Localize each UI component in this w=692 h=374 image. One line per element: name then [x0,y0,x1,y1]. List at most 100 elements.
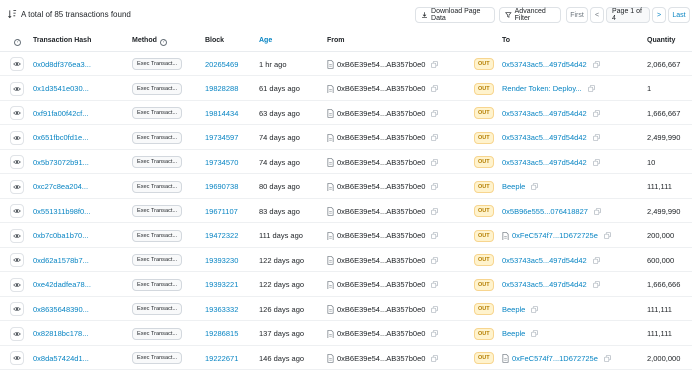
copy-icon[interactable] [431,134,439,141]
copy-icon[interactable] [592,281,600,288]
copy-icon[interactable] [603,232,611,239]
block-link[interactable]: 19363332 [205,297,238,321]
block-link[interactable]: 20265469 [205,52,238,76]
transaction-hash-link[interactable]: 0xe42dadfea78... [33,273,91,297]
transaction-hash-link[interactable]: 0x8da57424d1... [33,346,89,370]
column-header-age[interactable]: Age [259,37,272,44]
to-address[interactable]: Beeple [502,182,525,191]
copy-icon[interactable] [592,134,600,141]
from-address[interactable]: 0xB6E39e54...AB357b0e0 [337,305,425,314]
to-address[interactable]: 0xFeC574f7...1D672725e [512,231,598,240]
transaction-hash-link[interactable]: 0x5b73072b91... [33,150,89,174]
view-details-eye-icon[interactable] [10,106,24,120]
to-address[interactable]: 0x53743ac5...497d54d42 [502,60,587,69]
to-address[interactable]: 0x53743ac5...497d54d42 [502,256,587,265]
from-address[interactable]: 0xB6E39e54...AB357b0e0 [337,182,425,191]
block-link[interactable]: 19393230 [205,248,238,272]
download-page-data-button[interactable]: Download Page Data [415,7,495,23]
pager-last-button[interactable]: Last [668,7,690,23]
to-address[interactable]: Beeple [502,305,525,314]
copy-icon[interactable] [531,183,539,190]
transaction-hash-link[interactable]: 0x651fbc0fd1e... [33,126,88,150]
copy-icon[interactable] [431,354,439,362]
transaction-hash-link[interactable]: 0x0d8df376ea3... [33,52,91,76]
transaction-hash-link[interactable]: 0xd62a1578b7... [33,248,89,272]
to-address[interactable]: 0x53743ac5...497d54d42 [502,158,587,167]
copy-icon[interactable] [603,354,611,362]
block-link[interactable]: 19734570 [205,150,238,174]
transaction-hash-link[interactable]: 0xf91fa00f42cf... [33,101,88,125]
to-address[interactable]: Beeple [502,329,525,338]
view-details-eye-icon[interactable] [10,81,24,96]
block-link[interactable]: 19222671 [205,346,238,370]
view-details-eye-icon[interactable] [10,302,24,316]
from-address[interactable]: 0xB6E39e54...AB357b0e0 [337,109,425,118]
to-address[interactable]: Render Token: Deploy... [502,84,582,93]
transaction-hash-link[interactable]: 0xb7c0ba1b70... [33,224,88,248]
copy-icon[interactable] [431,232,439,239]
from-address[interactable]: 0xB6E39e54...AB357b0e0 [337,84,425,93]
copy-icon[interactable] [431,281,439,288]
transaction-hash-link[interactable]: 0x8635648390... [33,297,89,321]
copy-icon[interactable] [531,330,539,337]
pager-prev-button[interactable]: < [590,7,604,23]
from-address[interactable]: 0xB6E39e54...AB357b0e0 [337,60,425,69]
view-details-eye-icon[interactable] [10,179,24,194]
copy-icon[interactable] [431,330,439,337]
block-link[interactable]: 19472322 [205,224,238,248]
from-address[interactable]: 0xB6E39e54...AB357b0e0 [337,231,425,240]
copy-icon[interactable] [531,305,539,313]
transaction-hash-link[interactable]: 0x551311b98f0... [33,199,90,223]
copy-icon[interactable] [431,256,439,264]
help-circle-icon[interactable]: ? [14,39,21,46]
method-help-icon[interactable]: ? [159,39,167,46]
from-address[interactable]: 0xB6E39e54...AB357b0e0 [337,158,425,167]
to-address[interactable]: 0x53743ac5...497d54d42 [502,280,587,289]
copy-icon[interactable] [431,85,439,92]
to-address[interactable]: 0x53743ac5...497d54d42 [502,109,587,118]
from-address[interactable]: 0xB6E39e54...AB357b0e0 [337,133,425,142]
from-address[interactable]: 0xB6E39e54...AB357b0e0 [337,354,425,363]
copy-icon[interactable] [431,207,439,215]
block-link[interactable]: 19690738 [205,175,238,199]
block-link[interactable]: 19734597 [205,126,238,150]
from-address[interactable]: 0xB6E39e54...AB357b0e0 [337,256,425,265]
block-link[interactable]: 19814434 [205,101,238,125]
transaction-hash-link[interactable]: 0xc27c8ea204... [33,175,88,199]
advanced-filter-button[interactable]: Advanced Filter [499,7,561,23]
copy-icon[interactable] [592,109,600,117]
from-address[interactable]: 0xB6E39e54...AB357b0e0 [337,329,425,338]
view-details-eye-icon[interactable] [10,130,24,145]
view-details-eye-icon[interactable] [10,351,24,365]
view-details-eye-icon[interactable] [10,155,24,169]
copy-icon[interactable] [592,256,600,264]
pager-first-button[interactable]: First [566,7,588,23]
block-link[interactable]: 19393221 [205,273,238,297]
to-address[interactable]: 0x53743ac5...497d54d42 [502,133,587,142]
to-address[interactable]: 0xFeC574f7...1D672725e [512,354,598,363]
view-details-eye-icon[interactable] [10,57,24,71]
block-link[interactable]: 19286815 [205,322,238,346]
from-address[interactable]: 0xB6E39e54...AB357b0e0 [337,207,425,216]
block-link[interactable]: 19671107 [205,199,238,223]
transaction-hash-link[interactable]: 0x1d3541e030... [33,77,89,101]
view-details-eye-icon[interactable] [10,326,24,341]
copy-icon[interactable] [587,85,595,92]
copy-icon[interactable] [592,158,600,166]
copy-icon[interactable] [592,60,600,68]
pager-next-button[interactable]: > [652,7,666,23]
transaction-hash-link[interactable]: 0x82818bc178... [33,322,88,346]
view-details-eye-icon[interactable] [10,204,24,218]
copy-icon[interactable] [431,305,439,313]
view-details-eye-icon[interactable] [10,277,24,292]
from-address[interactable]: 0xB6E39e54...AB357b0e0 [337,280,425,289]
view-details-eye-icon[interactable] [10,228,24,243]
copy-icon[interactable] [431,109,439,117]
copy-icon[interactable] [431,60,439,68]
to-address[interactable]: 0x5B96e555...076418827 [502,207,588,216]
view-details-eye-icon[interactable] [10,253,24,267]
block-link[interactable]: 19828288 [205,77,238,101]
copy-icon[interactable] [431,183,439,190]
copy-icon[interactable] [594,207,601,215]
copy-icon[interactable] [431,158,439,166]
